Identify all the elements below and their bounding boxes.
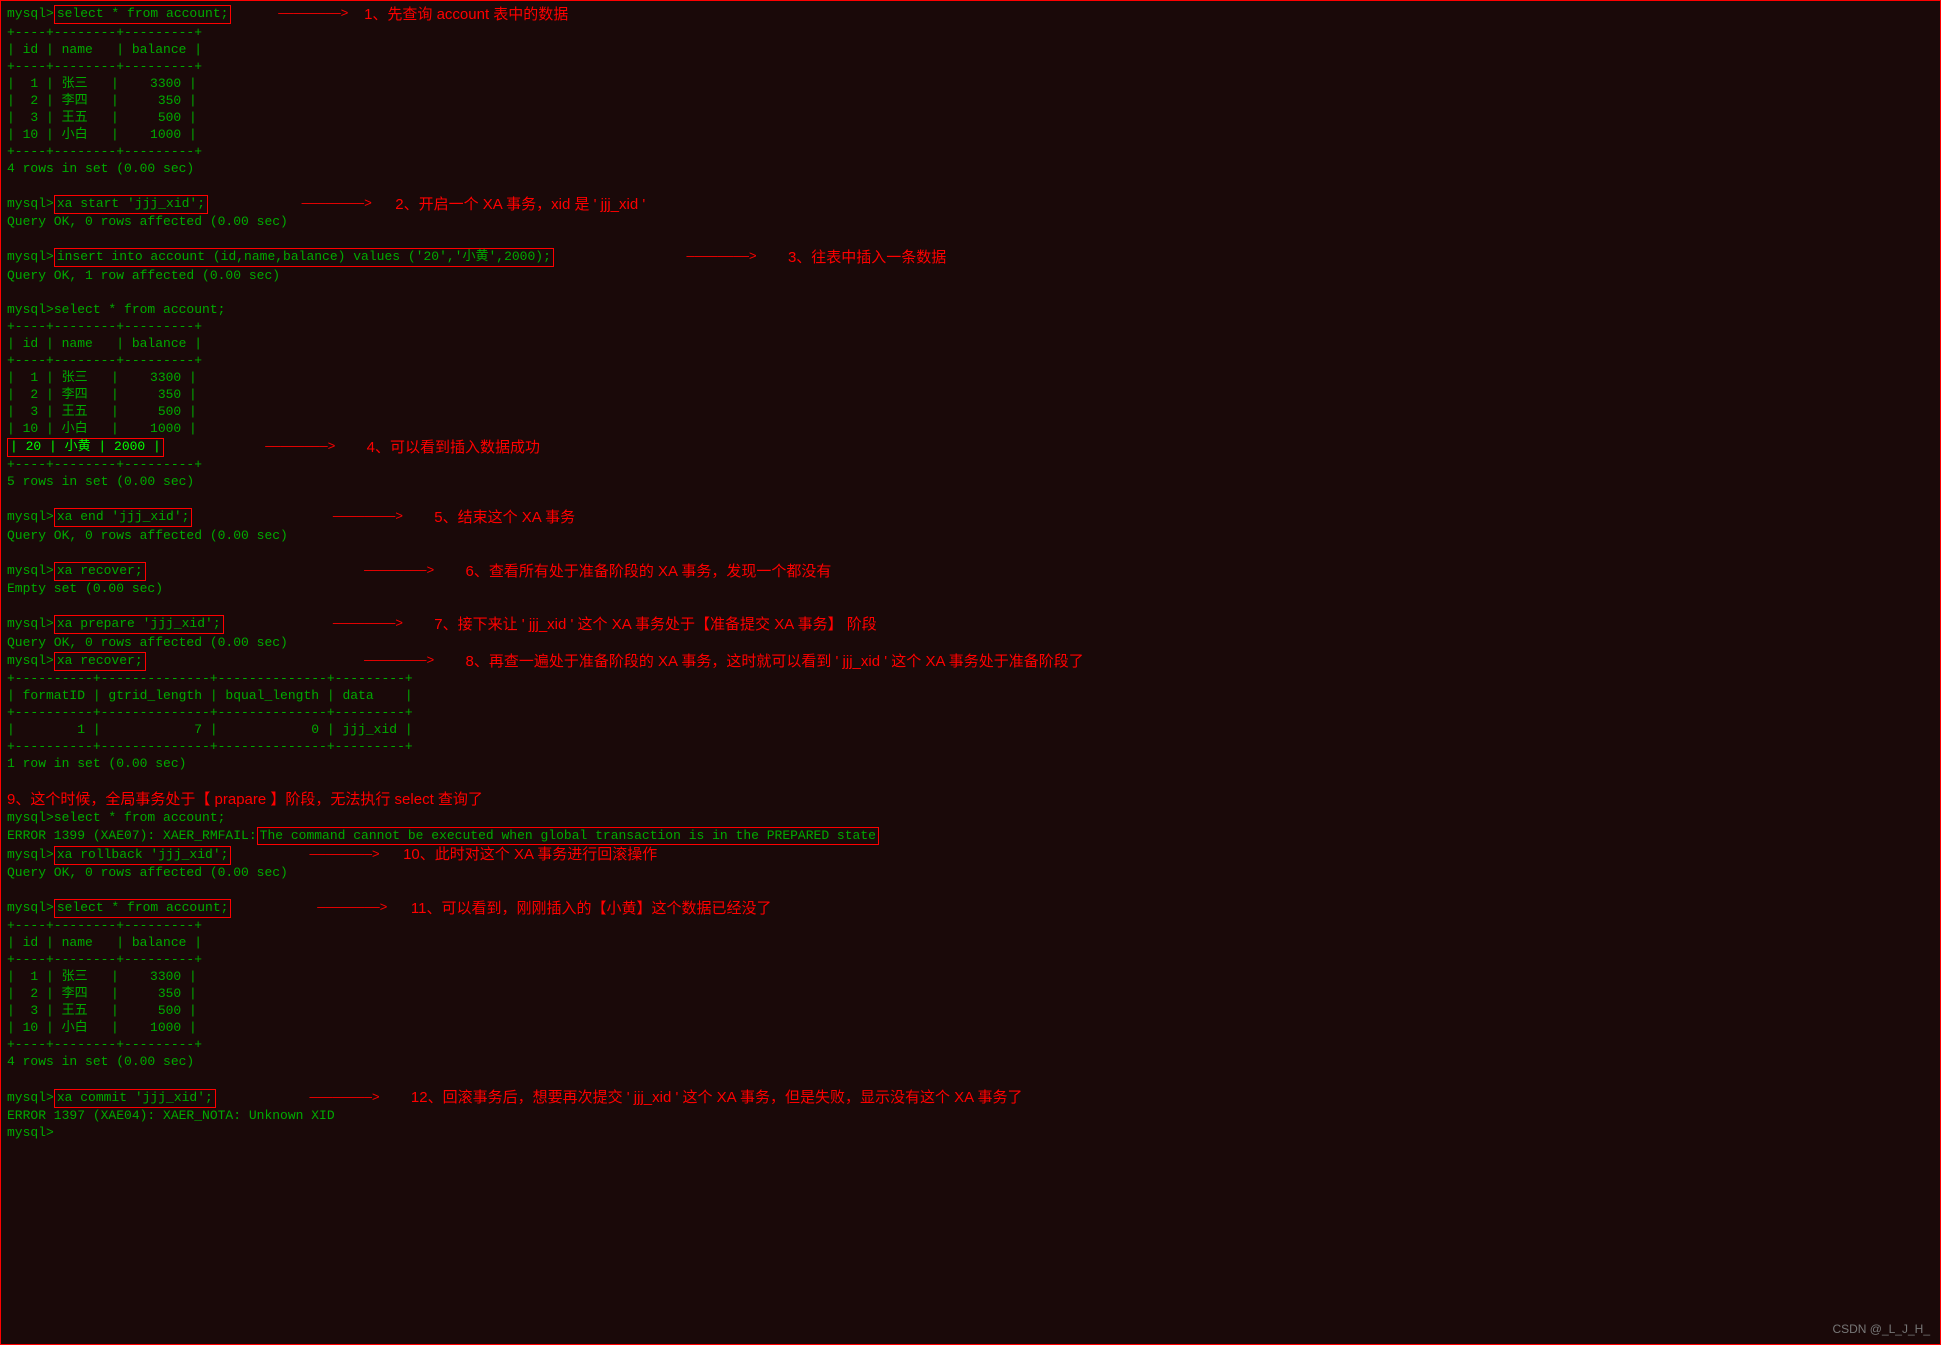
table-header: | id | name | balance |	[1, 336, 1940, 353]
result-count: 1 row in set (0.00 sec)	[1, 756, 1940, 773]
table-border: +----+--------+---------+	[1, 59, 1940, 76]
prompt: mysql>	[7, 1090, 54, 1107]
query-ok: Query OK, 0 rows affected (0.00 sec)	[1, 214, 1940, 231]
sql-xa-rollback: xa rollback 'jjj_xid';	[54, 846, 232, 865]
recover-border: +----------+--------------+-------------…	[1, 705, 1940, 722]
arrow-icon: ————————>	[231, 900, 410, 917]
annotation-7: 7、接下来让 ' jjj_xid ' 这个 XA 事务处于【准备提交 XA 事务…	[434, 615, 876, 635]
prompt: mysql>	[7, 810, 54, 827]
table-border: +----+--------+---------+	[1, 1037, 1940, 1054]
arrow-icon: ————————>	[146, 653, 466, 670]
table-row: | 10 | 小白 | 1000 |	[1, 127, 1940, 144]
annotation-10: 10、此时对这个 XA 事务进行回滚操作	[403, 845, 657, 865]
prompt: mysql>	[7, 847, 54, 864]
arrow-icon: ————————>	[231, 847, 403, 864]
recover-row: | 1 | 7 | 0 | jjj_xid |	[1, 722, 1940, 739]
sql-select-all-1: select * from account;	[54, 5, 232, 24]
annotation-8: 8、再查一遍处于准备阶段的 XA 事务，这时就可以看到 ' jjj_xid ' …	[466, 652, 1084, 672]
table-header: | id | name | balance |	[1, 42, 1940, 59]
arrow-icon: ————————>	[146, 563, 466, 580]
table-row: | 3 | 王五 | 500 |	[1, 110, 1940, 127]
query-ok: Query OK, 0 rows affected (0.00 sec)	[1, 865, 1940, 882]
arrow-icon: ————————>	[554, 249, 788, 266]
annotation-11: 11、可以看到，刚刚插入的【小黄】这个数据已经没了	[411, 899, 772, 919]
annotation-3: 3、往表中插入一条数据	[788, 248, 946, 268]
table-row: | 2 | 李四 | 350 |	[1, 986, 1940, 1003]
empty-set: Empty set (0.00 sec)	[1, 581, 1940, 598]
error-1399-msg: The command cannot be executed when glob…	[257, 827, 879, 846]
recover-border: +----------+--------------+-------------…	[1, 739, 1940, 756]
table-border: +----+--------+---------+	[1, 144, 1940, 161]
error-1397: ERROR 1397 (XAE04): XAER_NOTA: Unknown X…	[1, 1108, 1940, 1125]
recover-header: | formatID | gtrid_length | bqual_length…	[1, 688, 1940, 705]
prompt: mysql>	[7, 900, 54, 917]
table-row: | 1 | 张三 | 3300 |	[1, 370, 1940, 387]
table-row-inserted: | 20 | 小黄 | 2000 |	[7, 438, 164, 457]
prompt: mysql>	[7, 509, 54, 526]
annotation-12: 12、回滚事务后，想要再次提交 ' jjj_xid ' 这个 XA 事务，但是失…	[411, 1088, 1023, 1108]
sql-xa-prepare: xa prepare 'jjj_xid';	[54, 615, 224, 634]
prompt: mysql>	[7, 653, 54, 670]
prompt: mysql>	[7, 563, 54, 580]
annotation-1: 1、先查询 account 表中的数据	[364, 5, 568, 25]
query-ok: Query OK, 0 rows affected (0.00 sec)	[1, 635, 1940, 652]
error-1399-prefix: ERROR 1399 (XAE07): XAER_RMFAIL:	[7, 828, 257, 845]
table-row: | 2 | 李四 | 350 |	[1, 93, 1940, 110]
prompt: mysql>	[7, 196, 54, 213]
arrow-icon: ————————>	[216, 1090, 411, 1107]
table-row: | 10 | 小白 | 1000 |	[1, 421, 1940, 438]
terminal-window[interactable]: mysql> select * from account; ————————> …	[0, 0, 1941, 1345]
annotation-6: 6、查看所有处于准备阶段的 XA 事务，发现一个都没有	[466, 562, 832, 582]
sql-xa-recover-2: xa recover;	[54, 652, 146, 671]
sql-insert: insert into account (id,name,balance) va…	[54, 248, 554, 267]
table-row: | 3 | 王五 | 500 |	[1, 1003, 1940, 1020]
sql-select-all-2: select * from account;	[54, 302, 226, 319]
query-ok: Query OK, 0 rows affected (0.00 sec)	[1, 528, 1940, 545]
table-border: +----+--------+---------+	[1, 25, 1940, 42]
prompt: mysql>	[7, 1125, 54, 1142]
arrow-icon: ————————>	[192, 509, 434, 526]
table-row: | 1 | 张三 | 3300 |	[1, 76, 1940, 93]
table-header: | id | name | balance |	[1, 935, 1940, 952]
table-row: | 10 | 小白 | 1000 |	[1, 1020, 1940, 1037]
sql-xa-commit: xa commit 'jjj_xid';	[54, 1089, 216, 1108]
result-count: 4 rows in set (0.00 sec)	[1, 161, 1940, 178]
sql-select-all-3: select * from account;	[54, 810, 226, 827]
arrow-icon: ————————>	[224, 616, 435, 633]
result-count: 5 rows in set (0.00 sec)	[1, 474, 1940, 491]
arrow-icon: ————————>	[231, 6, 364, 23]
sql-select-all-4: select * from account;	[54, 899, 232, 918]
annotation-5: 5、结束这个 XA 事务	[434, 508, 575, 528]
result-count: 4 rows in set (0.00 sec)	[1, 1054, 1940, 1071]
prompt: mysql>	[7, 6, 54, 23]
table-row: | 3 | 王五 | 500 |	[1, 404, 1940, 421]
watermark: CSDN @_L_J_H_	[1832, 1322, 1930, 1338]
sql-xa-recover-1: xa recover;	[54, 562, 146, 581]
annotation-9: 9、这个时候，全局事务处于【 prapare 】阶段，无法执行 select 查…	[7, 790, 483, 810]
prompt: mysql>	[7, 616, 54, 633]
table-border: +----+--------+---------+	[1, 918, 1940, 935]
table-border: +----+--------+---------+	[1, 952, 1940, 969]
annotation-4: 4、可以看到插入数据成功	[367, 438, 540, 458]
query-ok: Query OK, 1 row affected (0.00 sec)	[1, 268, 1940, 285]
prompt: mysql>	[7, 302, 54, 319]
arrow-icon: ————————>	[208, 196, 395, 213]
sql-xa-start: xa start 'jjj_xid';	[54, 195, 208, 214]
table-border: +----+--------+---------+	[1, 353, 1940, 370]
table-border: +----+--------+---------+	[1, 457, 1940, 474]
arrow-icon: ————————>	[164, 439, 367, 456]
table-border: +----+--------+---------+	[1, 319, 1940, 336]
annotation-2: 2、开启一个 XA 事务，xid 是 ' jjj_xid '	[395, 195, 645, 215]
prompt: mysql>	[7, 249, 54, 266]
recover-border: +----------+--------------+-------------…	[1, 671, 1940, 688]
table-row: | 1 | 张三 | 3300 |	[1, 969, 1940, 986]
table-row: | 2 | 李四 | 350 |	[1, 387, 1940, 404]
sql-xa-end: xa end 'jjj_xid';	[54, 508, 193, 527]
